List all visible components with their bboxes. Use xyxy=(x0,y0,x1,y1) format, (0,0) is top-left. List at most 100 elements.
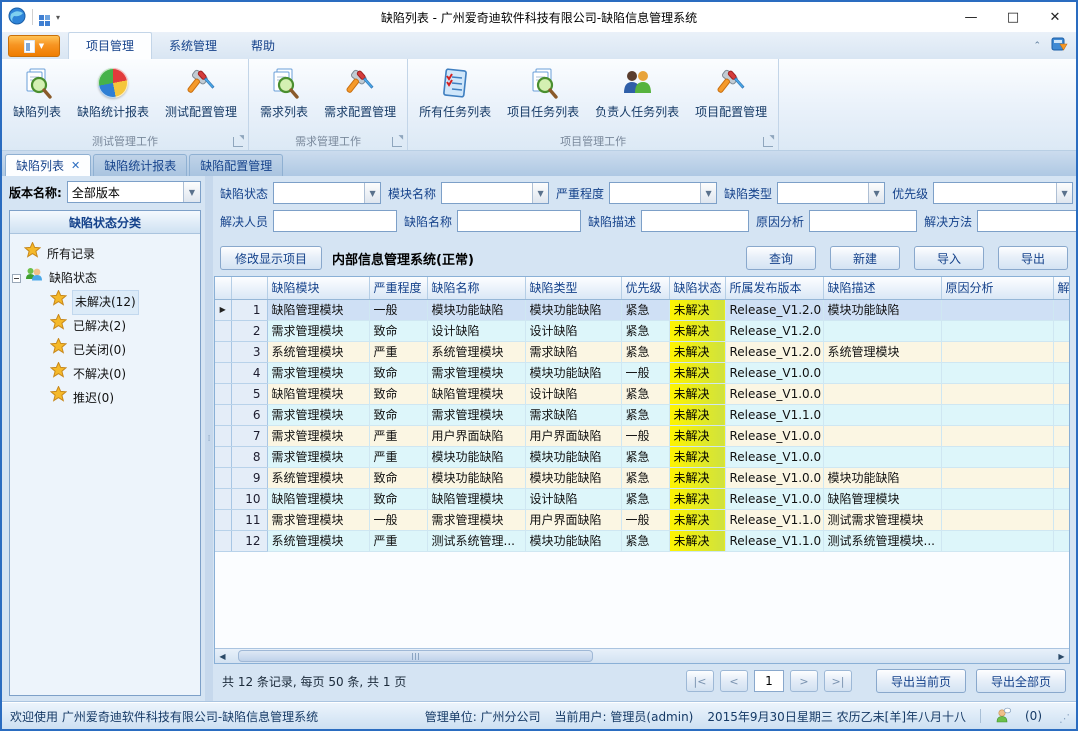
project-tasks-button[interactable]: 项目任务列表 xyxy=(500,62,586,122)
table-row[interactable]: 9系统管理模块致命模块功能缺陷模块功能缺陷紧急未解决Release_V1.0.0… xyxy=(215,467,1069,488)
cell-severity[interactable]: 严重 xyxy=(369,446,427,467)
cell-severity[interactable]: 致命 xyxy=(369,383,427,404)
cell-status[interactable]: 未解决 xyxy=(669,404,725,425)
column-header[interactable]: 缺陷状态 xyxy=(669,277,725,299)
cell-priority[interactable]: 一般 xyxy=(621,509,669,530)
cell-module[interactable]: 系统管理模块 xyxy=(267,341,369,362)
export-all-pages-button[interactable]: 导出全部页 xyxy=(976,669,1066,693)
requirement-config-button[interactable]: 需求配置管理 xyxy=(317,62,403,122)
table-row[interactable]: 7需求管理模块严重用户界面缺陷用户界面缺陷一般未解决Release_V1.0.0 xyxy=(215,425,1069,446)
cell-name[interactable]: 模块功能缺陷 xyxy=(427,299,525,320)
cell-module[interactable]: 需求管理模块 xyxy=(267,446,369,467)
version-select[interactable]: 全部版本 ▼ xyxy=(67,181,201,203)
table-row[interactable]: 12系统管理模块严重测试系统管理...模块功能缺陷紧急未解决Release_V1… xyxy=(215,530,1069,551)
column-header[interactable]: 原因分析 xyxy=(941,277,1053,299)
cell-solution[interactable] xyxy=(1053,467,1069,488)
cell-analysis[interactable] xyxy=(941,404,1053,425)
tree-item-all-records[interactable]: 所有记录 xyxy=(24,242,198,266)
cell-release[interactable]: Release_V1.1.0 xyxy=(725,404,823,425)
cell-name[interactable]: 缺陷管理模块 xyxy=(427,383,525,404)
cell-name[interactable]: 需求管理模块 xyxy=(427,509,525,530)
table-row[interactable]: 3系统管理模块严重系统管理模块需求缺陷紧急未解决Release_V1.2.0系统… xyxy=(215,341,1069,362)
cell-description[interactable] xyxy=(823,383,941,404)
export-current-page-button[interactable]: 导出当前页 xyxy=(876,669,966,693)
tree-item-postponed[interactable]: 推迟(0) xyxy=(24,386,198,410)
cell-solution[interactable] xyxy=(1053,488,1069,509)
cell-type[interactable]: 需求缺陷 xyxy=(525,341,621,362)
prev-page-button[interactable]: < xyxy=(720,670,748,692)
cell-description[interactable]: 模块功能缺陷 xyxy=(823,299,941,320)
module-name-select[interactable]: ▼ xyxy=(441,182,549,204)
cell-name[interactable]: 用户界面缺陷 xyxy=(427,425,525,446)
cell-description[interactable] xyxy=(823,320,941,341)
column-header[interactable]: 缺陷名称 xyxy=(427,277,525,299)
cell-release[interactable]: Release_V1.2.0 xyxy=(725,299,823,320)
cell-module[interactable]: 系统管理模块 xyxy=(267,530,369,551)
cell-priority[interactable]: 紧急 xyxy=(621,446,669,467)
cell-solution[interactable] xyxy=(1053,299,1069,320)
cell-priority[interactable]: 紧急 xyxy=(621,404,669,425)
cell-status[interactable]: 未解决 xyxy=(669,446,725,467)
table-row[interactable]: 8需求管理模块严重模块功能缺陷模块功能缺陷紧急未解决Release_V1.0.0 xyxy=(215,446,1069,467)
tree-item-unresolved[interactable]: 未解决(12) xyxy=(24,290,198,314)
cell-solution[interactable] xyxy=(1053,530,1069,551)
splitter-handle[interactable]: ⁞ xyxy=(205,176,213,702)
cell-analysis[interactable] xyxy=(941,341,1053,362)
cell-severity[interactable]: 致命 xyxy=(369,320,427,341)
cell-status[interactable]: 未解决 xyxy=(669,299,725,320)
cell-priority[interactable]: 紧急 xyxy=(621,530,669,551)
ribbon-tab-project[interactable]: 项目管理 xyxy=(68,32,152,59)
cell-description[interactable]: 测试需求管理模块 xyxy=(823,509,941,530)
cell-name[interactable]: 系统管理模块 xyxy=(427,341,525,362)
column-header[interactable]: 优先级 xyxy=(621,277,669,299)
cell-release[interactable]: Release_V1.0.0 xyxy=(725,425,823,446)
ribbon-tab-help[interactable]: 帮助 xyxy=(234,33,292,59)
cell-type[interactable]: 模块功能缺陷 xyxy=(525,299,621,320)
import-button[interactable]: 导入 xyxy=(914,246,984,270)
doc-tab-defect-report[interactable]: 缺陷统计报表 xyxy=(93,154,187,176)
priority-select[interactable]: ▼ xyxy=(933,182,1073,204)
defect-desc-input[interactable] xyxy=(641,210,749,232)
defect-list-button[interactable]: 缺陷列表 xyxy=(6,62,68,122)
cell-type[interactable]: 设计缺陷 xyxy=(525,383,621,404)
cell-analysis[interactable] xyxy=(941,425,1053,446)
scroll-right-icon[interactable]: ▶ xyxy=(1054,649,1069,663)
page-number-input[interactable] xyxy=(754,670,784,692)
resize-grip-icon[interactable] xyxy=(1058,710,1070,722)
tree-item-wont-fix[interactable]: 不解决(0) xyxy=(24,362,198,386)
tree-item-closed[interactable]: 已关闭(0) xyxy=(24,338,198,362)
table-row[interactable]: 6需求管理模块致命需求管理模块需求缺陷紧急未解决Release_V1.1.0 xyxy=(215,404,1069,425)
cell-type[interactable]: 设计缺陷 xyxy=(525,320,621,341)
cell-solution[interactable] xyxy=(1053,425,1069,446)
cell-description[interactable] xyxy=(823,362,941,383)
cell-priority[interactable]: 紧急 xyxy=(621,299,669,320)
cell-analysis[interactable] xyxy=(941,488,1053,509)
quick-access-icon[interactable] xyxy=(39,9,50,26)
cell-status[interactable]: 未解决 xyxy=(669,467,725,488)
cell-description[interactable]: 缺陷管理模块 xyxy=(823,488,941,509)
cell-release[interactable]: Release_V1.1.0 xyxy=(725,509,823,530)
dialog-launcher-icon[interactable] xyxy=(763,137,773,147)
defect-report-button[interactable]: 缺陷统计报表 xyxy=(70,62,156,122)
cell-type[interactable]: 用户界面缺陷 xyxy=(525,509,621,530)
column-header[interactable]: 缺陷描述 xyxy=(823,277,941,299)
cell-severity[interactable]: 一般 xyxy=(369,299,427,320)
all-tasks-button[interactable]: 所有任务列表 xyxy=(412,62,498,122)
cell-name[interactable]: 模块功能缺陷 xyxy=(427,467,525,488)
cell-type[interactable]: 需求缺陷 xyxy=(525,404,621,425)
cell-severity[interactable]: 致命 xyxy=(369,404,427,425)
cell-priority[interactable]: 紧急 xyxy=(621,341,669,362)
cell-priority[interactable]: 紧急 xyxy=(621,320,669,341)
cell-solution[interactable] xyxy=(1053,341,1069,362)
cell-module[interactable]: 需求管理模块 xyxy=(267,404,369,425)
cell-solution[interactable] xyxy=(1053,446,1069,467)
cell-status[interactable]: 未解决 xyxy=(669,488,725,509)
cell-solution[interactable] xyxy=(1053,404,1069,425)
cell-severity[interactable]: 严重 xyxy=(369,530,427,551)
quick-access-caret-icon[interactable]: ▾ xyxy=(56,13,60,22)
doc-tab-defect-list[interactable]: 缺陷列表 ✕ xyxy=(5,154,91,176)
cell-solution[interactable] xyxy=(1053,509,1069,530)
defect-status-select[interactable]: ▼ xyxy=(273,182,381,204)
cell-type[interactable]: 模块功能缺陷 xyxy=(525,362,621,383)
cell-solution[interactable] xyxy=(1053,320,1069,341)
